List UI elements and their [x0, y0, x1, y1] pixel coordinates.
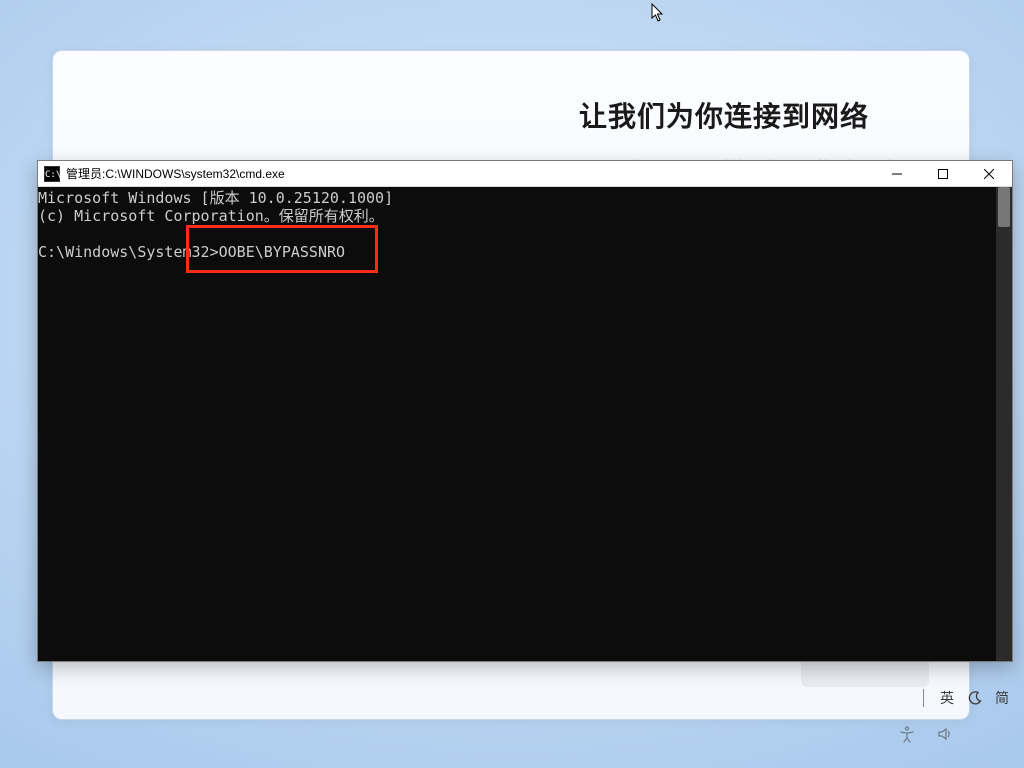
- cmd-titlebar[interactable]: C:\ 管理员: C:\WINDOWS\system32\cmd.exe: [38, 161, 1012, 187]
- cmd-terminal[interactable]: Microsoft Windows [版本 10.0.25120.1000] (…: [38, 187, 1012, 661]
- cmd-line-version: Microsoft Windows [版本 10.0.25120.1000]: [38, 189, 393, 207]
- cmd-title-prefix: 管理员:: [66, 165, 105, 182]
- cmd-title-path: C:\WINDOWS\system32\cmd.exe: [105, 167, 284, 181]
- moon-icon[interactable]: [967, 690, 983, 706]
- cmd-output: Microsoft Windows [版本 10.0.25120.1000] (…: [38, 187, 1012, 261]
- cmd-typed-command: OOBE\BYPASSNRO: [219, 243, 345, 261]
- cmd-line-copyright: (c) Microsoft Corporation。保留所有权利。: [38, 207, 384, 225]
- cmd-icon: C:\: [44, 166, 60, 182]
- system-tray-icons: [898, 725, 954, 748]
- cmd-prompt: C:\Windows\System32>: [38, 243, 219, 261]
- accessibility-icon[interactable]: [898, 725, 916, 748]
- ime-tray[interactable]: 英 简: [915, 684, 1018, 712]
- minimize-button[interactable]: [874, 161, 920, 187]
- maximize-button[interactable]: [920, 161, 966, 187]
- command-prompt-window[interactable]: C:\ 管理员: C:\WINDOWS\system32\cmd.exe Mic…: [37, 160, 1013, 662]
- scrollbar-thumb[interactable]: [998, 187, 1010, 227]
- tray-divider: [923, 689, 924, 707]
- oobe-title: 让我们为你连接到网络: [579, 95, 913, 135]
- terminal-scrollbar[interactable]: [996, 187, 1012, 661]
- close-button[interactable]: [966, 161, 1012, 187]
- volume-icon[interactable]: [936, 725, 954, 748]
- ime-language-indicator[interactable]: 英: [940, 688, 955, 708]
- ime-mode-indicator[interactable]: 简: [995, 688, 1010, 708]
- mouse-cursor: [651, 3, 665, 23]
